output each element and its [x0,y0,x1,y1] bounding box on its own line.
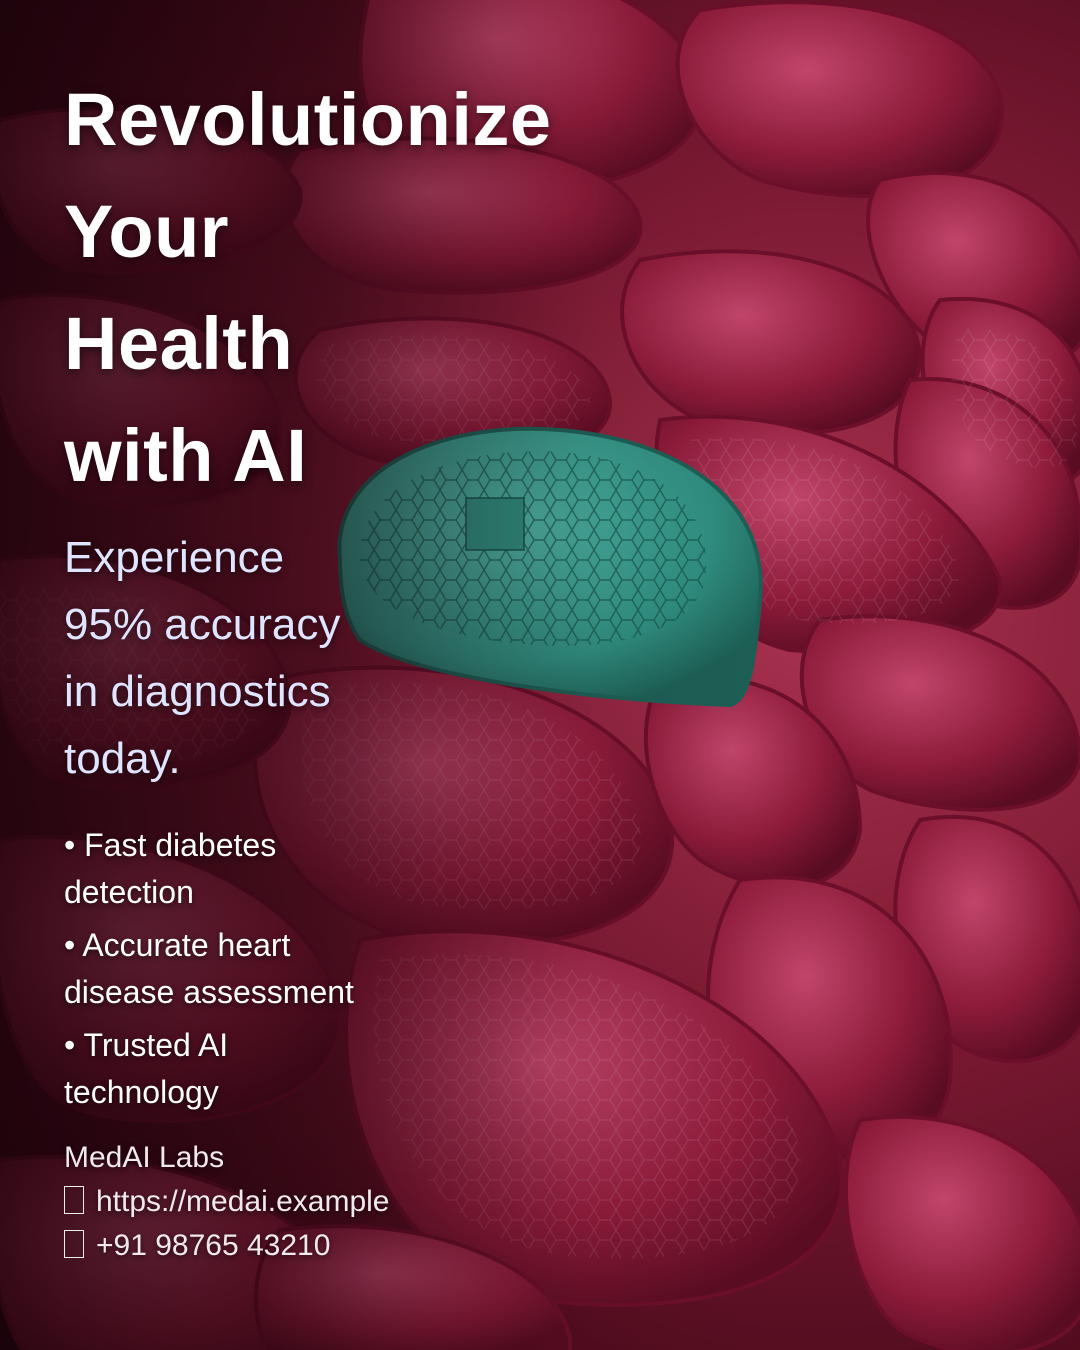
headline: Revolutionize Your Health with AI [64,64,624,512]
feature-line: disease assessment [64,974,354,1010]
feature-item: • Fast diabetes detection [64,822,624,916]
website-link[interactable]: https://medai.example [96,1185,389,1218]
subheadline: Experience 95% accuracy in diagnostics t… [64,524,624,792]
globe-icon [64,1186,84,1214]
feature-line: • Fast diabetes [64,827,277,863]
subheadline-line: in diagnostics [64,667,331,716]
website-row: https://medai.example [64,1180,624,1224]
brand-name: MedAI Labs [64,1141,225,1174]
text-panel: Revolutionize Your Health with AI Experi… [64,64,624,1268]
feature-list: • Fast diabetes detection • Accurate hea… [64,822,624,1116]
feature-item: • Accurate heart disease assessment [64,922,624,1016]
feature-line: • Accurate heart [64,927,291,963]
feature-line: • Trusted AI [64,1027,229,1063]
headline-line: Revolutionize [64,78,552,161]
subheadline-line: Experience [64,533,285,582]
contact-footer: MedAI Labs https://medai.example +91 987… [64,1136,624,1268]
headline-line: Your [64,190,230,273]
headline-line: Health [64,302,294,385]
feature-item: • Trusted AI technology [64,1022,624,1116]
poster: Revolutionize Your Health with AI Experi… [0,0,1080,1350]
subheadline-line: today. [64,734,181,783]
feature-line: detection [64,874,194,910]
feature-line: technology [64,1074,219,1110]
phone-number[interactable]: +91 98765 43210 [96,1229,330,1262]
phone-row: +91 98765 43210 [64,1224,624,1268]
headline-line: with AI [64,414,308,497]
subheadline-line: 95% accuracy [64,600,341,649]
phone-icon [64,1230,84,1258]
